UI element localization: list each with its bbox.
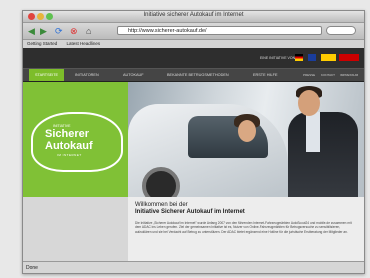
main-navigation: STARTSEITE INITIATOREN AUTOKAUF BEKANNTE… <box>23 68 364 82</box>
hero-banner: INITIATIVE Sicherer Autokauf IM INTERNET <box>23 82 364 197</box>
web-page: EINE INITIATIVE VON STARTSEITE INITIATOR… <box>23 48 364 261</box>
logo-line2: Autokauf <box>45 140 93 152</box>
man-figure <box>288 112 358 197</box>
car-wheel <box>142 167 180 197</box>
back-arrow-icon[interactable]: ◀ <box>28 26 35 36</box>
adac-logo[interactable] <box>321 54 336 61</box>
browser-toolbar: ◀ ▶ ⟳ ⊗ ⌂ http://www.sicherer-autokauf.d… <box>23 23 364 40</box>
intro-paragraph: Die Initiative „Sicherer Autokauf im Int… <box>135 221 352 234</box>
home-icon[interactable]: ⌂ <box>86 26 91 36</box>
welcome-heading: Willkommen bei der <box>135 202 188 208</box>
browser-window: Initiative sicherer Autokauf im Internet… <box>22 10 365 274</box>
logo-subtitle: IM INTERNET <box>57 153 82 157</box>
hero-photo <box>128 82 364 197</box>
address-bar[interactable]: http://www.sicherer-autokauf.de/ <box>117 26 322 35</box>
nav-autokauf[interactable]: AUTOKAUF <box>117 69 150 81</box>
stop-icon[interactable]: ⊗ <box>70 26 78 36</box>
logo-panel: INITIATIVE Sicherer Autokauf IM INTERNET <box>23 82 128 197</box>
reload-icon[interactable]: ⟳ <box>55 26 63 36</box>
initiative-label: EINE INITIATIVE VON <box>260 56 296 60</box>
content-sidebar <box>23 197 128 261</box>
forward-arrow-icon[interactable]: ▶ <box>40 26 47 36</box>
bookmark-latest-headlines[interactable]: Latest Headlines <box>67 41 101 46</box>
woman-head <box>238 120 256 142</box>
nav-startseite[interactable]: STARTSEITE <box>29 69 65 81</box>
nav-erste-hilfe[interactable]: ERSTE HILFE <box>247 69 283 81</box>
window-title: Initiative sicherer Autokauf im Internet <box>143 12 244 18</box>
title-bar: Initiative sicherer Autokauf im Internet <box>23 11 364 23</box>
welcome-title: Initiative Sicherer Autokauf im Internet <box>135 209 245 215</box>
nav-presse[interactable]: PRESSE <box>303 69 315 81</box>
welcome-section: Willkommen bei der Initiative Sicherer A… <box>23 197 364 261</box>
site-top-bar: EINE INITIATIVE VON <box>23 48 364 68</box>
man-shirt <box>306 112 320 152</box>
nav-initiatoren[interactable]: INITIATOREN <box>69 69 105 81</box>
nav-kontakt[interactable]: KONTAKT <box>321 69 335 81</box>
partner-logo-blue[interactable] <box>308 54 316 61</box>
nav-impressum[interactable]: IMPRESSUM <box>340 69 358 81</box>
search-field[interactable] <box>326 26 356 35</box>
nav-betrugsmethoden[interactable]: BEKANNTE BETRUGSMETHODEN <box>161 69 235 81</box>
man-head <box>298 90 320 116</box>
partner-logo-red[interactable] <box>339 54 359 61</box>
bookmark-getting-started[interactable]: Getting Started <box>27 41 57 46</box>
logo-line1: Sicherer <box>45 128 90 140</box>
partner-logo-flag[interactable] <box>295 54 303 61</box>
status-bar: Done <box>23 261 364 273</box>
